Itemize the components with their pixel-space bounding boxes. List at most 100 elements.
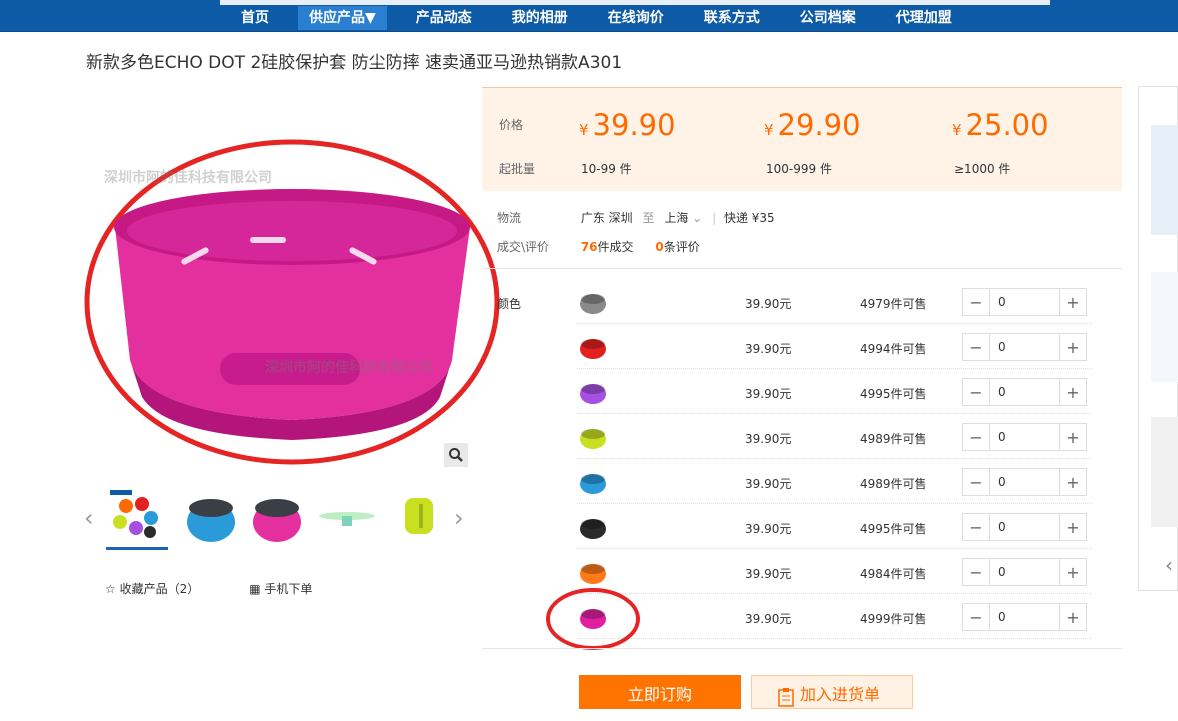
variant-swatch[interactable]: [577, 556, 609, 588]
variant-stock: 4995件可售: [860, 522, 927, 536]
qty-tier-2: 100-999 件: [766, 162, 832, 176]
variant-price: 39.90元: [745, 567, 792, 581]
add-to-cart-button[interactable]: 加入进货单: [751, 675, 913, 709]
variant-stock: 4999件可售: [860, 612, 927, 626]
divider-bottom: [482, 648, 1122, 649]
quantity-input[interactable]: 0: [989, 559, 1060, 585]
plus-button[interactable]: +: [1060, 424, 1086, 450]
qty-tier-3: ≥1000 件: [954, 162, 1011, 176]
qty-tier-1: 10-99 件: [581, 162, 632, 176]
related-item-2[interactable]: [1151, 272, 1178, 382]
variant-swatch[interactable]: [577, 511, 609, 543]
variant-swatch[interactable]: [577, 286, 609, 318]
nav-contact[interactable]: 联系方式: [693, 6, 771, 30]
minus-button[interactable]: −: [963, 514, 989, 540]
main-product-image[interactable]: 深圳市阿的佳科技有限公司 深圳市阿的佳科技有限公司: [80, 135, 500, 465]
plus-button[interactable]: +: [1060, 559, 1086, 585]
watermark-top: 深圳市阿的佳科技有限公司: [104, 170, 272, 186]
related-products-sidebar: ‹: [1138, 86, 1178, 591]
minus-button[interactable]: −: [963, 604, 989, 630]
thumbnail-4[interactable]: [316, 488, 378, 550]
quantity-input[interactable]: 0: [989, 379, 1060, 405]
plus-button[interactable]: +: [1060, 469, 1086, 495]
nav-menu: 首页 供应产品▼ 产品动态 我的相册 在线询价 联系方式 公司档案 代理加盟: [230, 6, 981, 30]
quantity-input[interactable]: 0: [989, 424, 1060, 450]
nav-agent[interactable]: 代理加盟: [885, 6, 963, 30]
product-title: 新款多色ECHO DOT 2硅胶保护套 防尘防摔 速卖通亚马逊热销款A301: [86, 53, 623, 73]
thumbnail-5[interactable]: [389, 488, 451, 550]
nav-company[interactable]: 公司档案: [789, 6, 867, 30]
nav-album[interactable]: 我的相册: [501, 6, 579, 30]
plus-button[interactable]: +: [1060, 334, 1086, 360]
plus-button[interactable]: +: [1060, 379, 1086, 405]
zoom-icon[interactable]: [444, 443, 468, 467]
quantity-stepper: −0 +: [962, 288, 1087, 316]
nav-news[interactable]: 产品动态: [405, 6, 483, 30]
star-icon: ☆: [105, 582, 116, 596]
quantity-input[interactable]: 0: [989, 469, 1060, 495]
minus-button[interactable]: −: [963, 424, 989, 450]
variant-row: 39.90元 4994件可售 −0 +: [577, 325, 1092, 369]
top-nav-bar: 首页 供应产品▼ 产品动态 我的相册 在线询价 联系方式 公司档案 代理加盟: [0, 0, 1178, 32]
minus-button[interactable]: −: [963, 469, 989, 495]
variant-swatch[interactable]: [577, 331, 609, 363]
nav-home[interactable]: 首页: [230, 6, 280, 30]
price-label: 价格: [499, 118, 524, 132]
variant-swatch[interactable]: [577, 376, 609, 408]
variant-price: 39.90元: [745, 477, 792, 491]
qrcode-icon: ▦: [249, 582, 261, 596]
minus-button[interactable]: −: [963, 379, 989, 405]
nav-products[interactable]: 供应产品▼: [298, 6, 387, 30]
clipboard-icon: [778, 683, 794, 721]
variant-price: 39.90元: [745, 297, 792, 311]
thumbnail-2[interactable]: [180, 488, 242, 550]
variant-row: 39.90元 4995件可售 −0 +: [577, 505, 1092, 549]
variant-price: 39.90元: [745, 612, 792, 626]
variant-stock: 4979件可售: [860, 297, 927, 311]
watermark-bottom: 深圳市阿的佳科技有限公司: [265, 360, 433, 376]
variant-stock: 4989件可售: [860, 432, 927, 446]
price-panel: 价格 起批量 ¥39.90 ¥29.90 ¥25.00 10-99 件 100-…: [482, 87, 1122, 191]
chevron-right-icon[interactable]: ›: [454, 504, 464, 532]
thumbnail-3[interactable]: [246, 488, 308, 550]
mobile-order-link[interactable]: ▦ 手机下单: [249, 580, 312, 597]
quantity-stepper: −0 +: [962, 513, 1087, 541]
chevron-left-icon[interactable]: ‹: [84, 504, 94, 532]
variant-stock: 4984件可售: [860, 567, 927, 581]
variant-price: 39.90元: [745, 387, 792, 401]
quantity-stepper: −0 +: [962, 333, 1087, 361]
thumbnail-1[interactable]: [106, 488, 168, 550]
quantity-stepper: −0 +: [962, 468, 1087, 496]
favorite-link[interactable]: ☆ 收藏产品（2）: [105, 580, 199, 597]
variant-row: 39.90元 4989件可售 −0 +: [577, 415, 1092, 459]
color-label: 颜色: [497, 297, 522, 311]
deals-row: 成交\评价 76件成交 0条评价: [497, 240, 700, 254]
banner-strip: [220, 0, 1050, 5]
minus-button[interactable]: −: [963, 334, 989, 360]
minus-button[interactable]: −: [963, 559, 989, 585]
quantity-input[interactable]: 0: [989, 514, 1060, 540]
quantity-input[interactable]: 0: [989, 334, 1060, 360]
plus-button[interactable]: +: [1060, 604, 1086, 630]
annotation-circle-small: [546, 588, 640, 650]
related-item-1[interactable]: [1151, 125, 1178, 235]
nav-inquiry[interactable]: 在线询价: [597, 6, 675, 30]
variant-row: 39.90元 4984件可售 −0 +: [577, 550, 1092, 594]
quantity-input[interactable]: 0: [989, 604, 1060, 630]
chevron-left-icon[interactable]: ‹: [1165, 553, 1173, 577]
minus-button[interactable]: −: [963, 289, 989, 315]
variant-swatch[interactable]: [577, 421, 609, 453]
variant-row: 39.90元 4979件可售 −0 +: [577, 280, 1092, 324]
plus-button[interactable]: +: [1060, 514, 1086, 540]
price-tier-3: ¥25.00: [952, 108, 1049, 142]
product-actions-row: ☆ 收藏产品（2） ▦ 手机下单: [105, 580, 312, 597]
plus-button[interactable]: +: [1060, 289, 1086, 315]
quantity-stepper: −0 +: [962, 603, 1087, 631]
quantity-input[interactable]: 0: [989, 289, 1060, 315]
destination-select[interactable]: 上海 ⌄: [664, 211, 708, 225]
variant-row: 39.90元 4995件可售 −0 +: [577, 370, 1092, 414]
variant-stock: 4994件可售: [860, 342, 927, 356]
buy-now-button[interactable]: 立即订购: [579, 675, 741, 709]
related-item-3[interactable]: [1151, 417, 1178, 527]
variant-swatch[interactable]: [577, 466, 609, 498]
